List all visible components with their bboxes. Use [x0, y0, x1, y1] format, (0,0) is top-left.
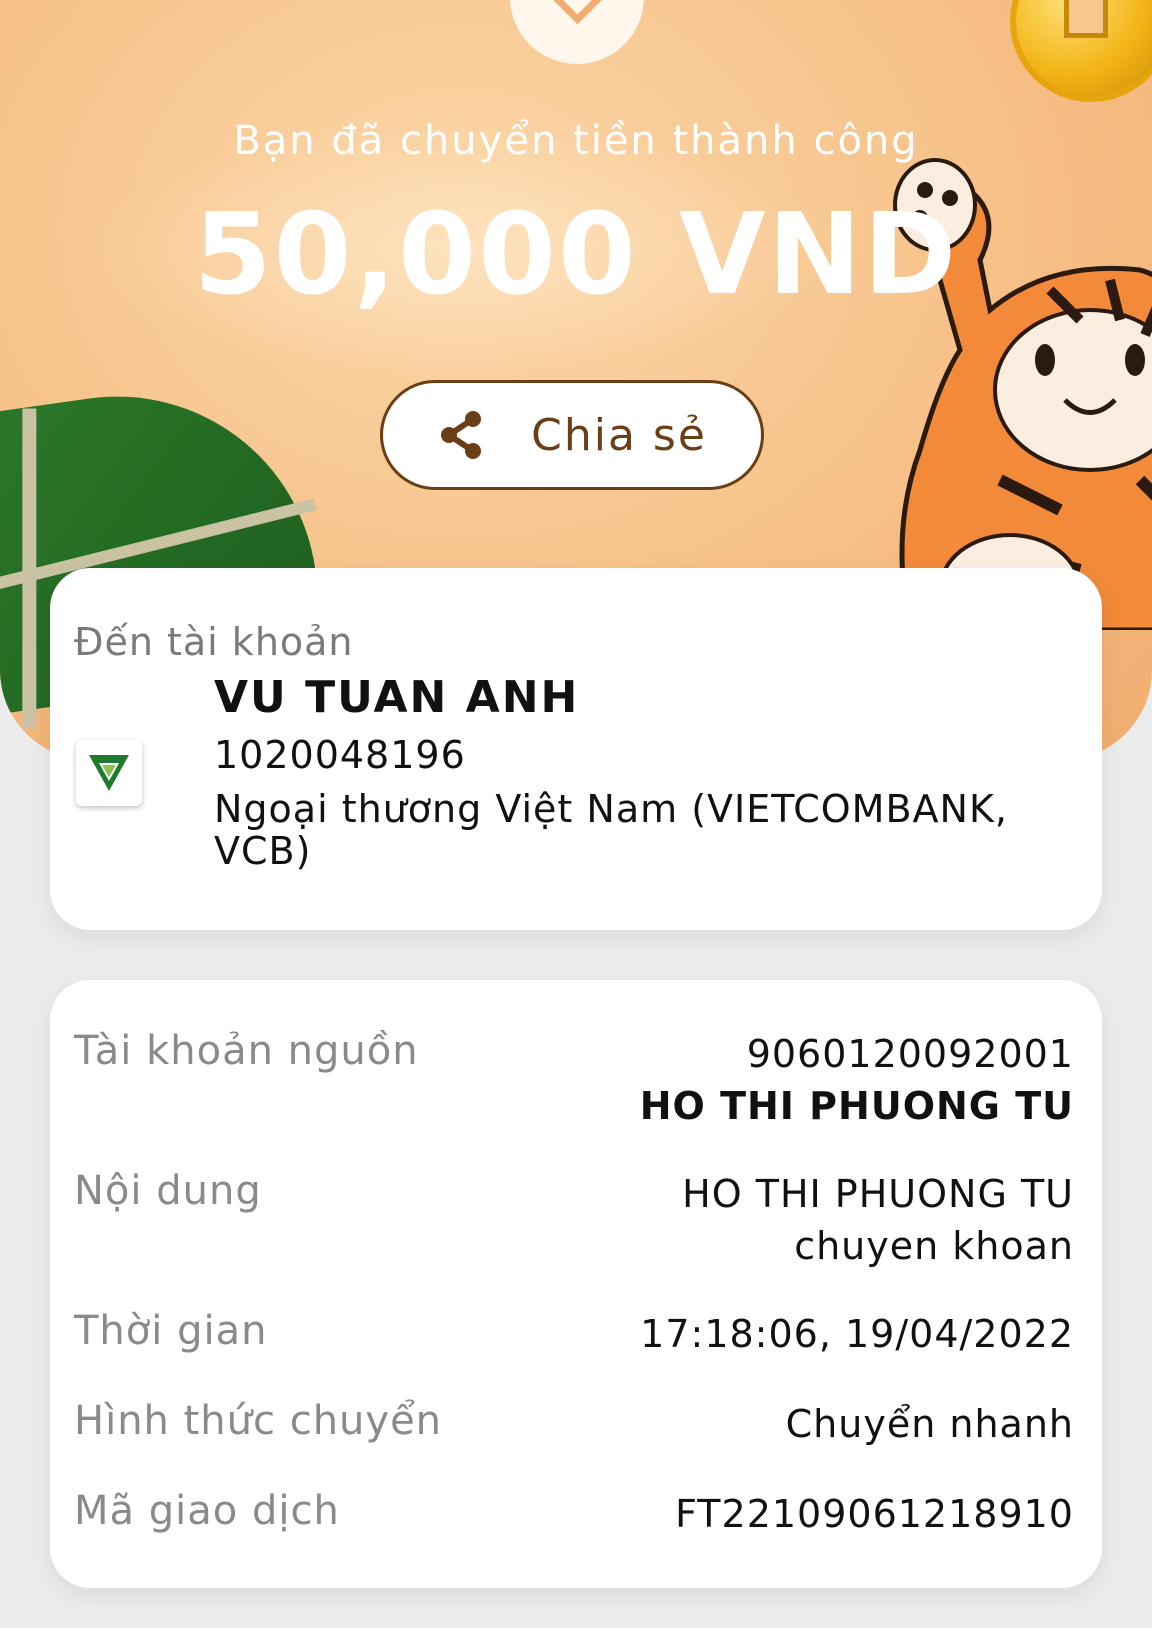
bank-logo-icon	[89, 755, 129, 791]
source-account-label: Tài khoản nguồn	[74, 1028, 419, 1074]
recipient-card: Đến tài khoản VU TUAN ANH 1020048196 Ngo…	[50, 568, 1102, 930]
content-value: HO THI PHUONG TU chuyen khoan	[682, 1168, 1074, 1272]
time-value: 17:18:06, 19/04/2022	[640, 1312, 1074, 1356]
content-label: Nội dung	[74, 1168, 262, 1214]
source-account-owner: HO THI PHUONG TU	[639, 1084, 1074, 1128]
share-button[interactable]: Chia sẻ	[380, 380, 764, 490]
time-label: Thời gian	[74, 1308, 268, 1354]
transfer-type-value: Chuyển nhanh	[785, 1402, 1074, 1446]
vietcombank-logo	[76, 740, 142, 806]
content-line-2: chuyen khoan	[794, 1224, 1074, 1268]
transaction-id-value: FT22109061218910	[675, 1492, 1074, 1536]
gold-coin-decoration	[1010, 0, 1152, 102]
recipient-name: VU TUAN ANH	[214, 672, 580, 723]
source-account-value: 9060120092001 HO THI PHUONG TU	[640, 1028, 1074, 1132]
transaction-id-label: Mã giao dịch	[74, 1488, 340, 1534]
success-message: Bạn đã chuyển tiền thành công	[233, 118, 919, 164]
share-label: Chia sẻ	[531, 409, 707, 461]
transfer-amount: 50,000 VND	[193, 190, 959, 320]
recipient-section-label: Đến tài khoản	[74, 620, 354, 664]
recipient-bank-name: Ngoại thương Việt Nam (VIETCOMBANK, VCB)	[214, 787, 1008, 873]
content-line-1: HO THI PHUONG TU	[682, 1172, 1074, 1216]
share-icon	[441, 411, 482, 459]
recipient-account-number: 1020048196	[214, 733, 466, 777]
transaction-details-card: Tài khoản nguồn 9060120092001 HO THI PHU…	[50, 980, 1102, 1588]
transfer-type-label: Hình thức chuyển	[74, 1398, 443, 1444]
source-account-number: 9060120092001	[746, 1032, 1074, 1076]
